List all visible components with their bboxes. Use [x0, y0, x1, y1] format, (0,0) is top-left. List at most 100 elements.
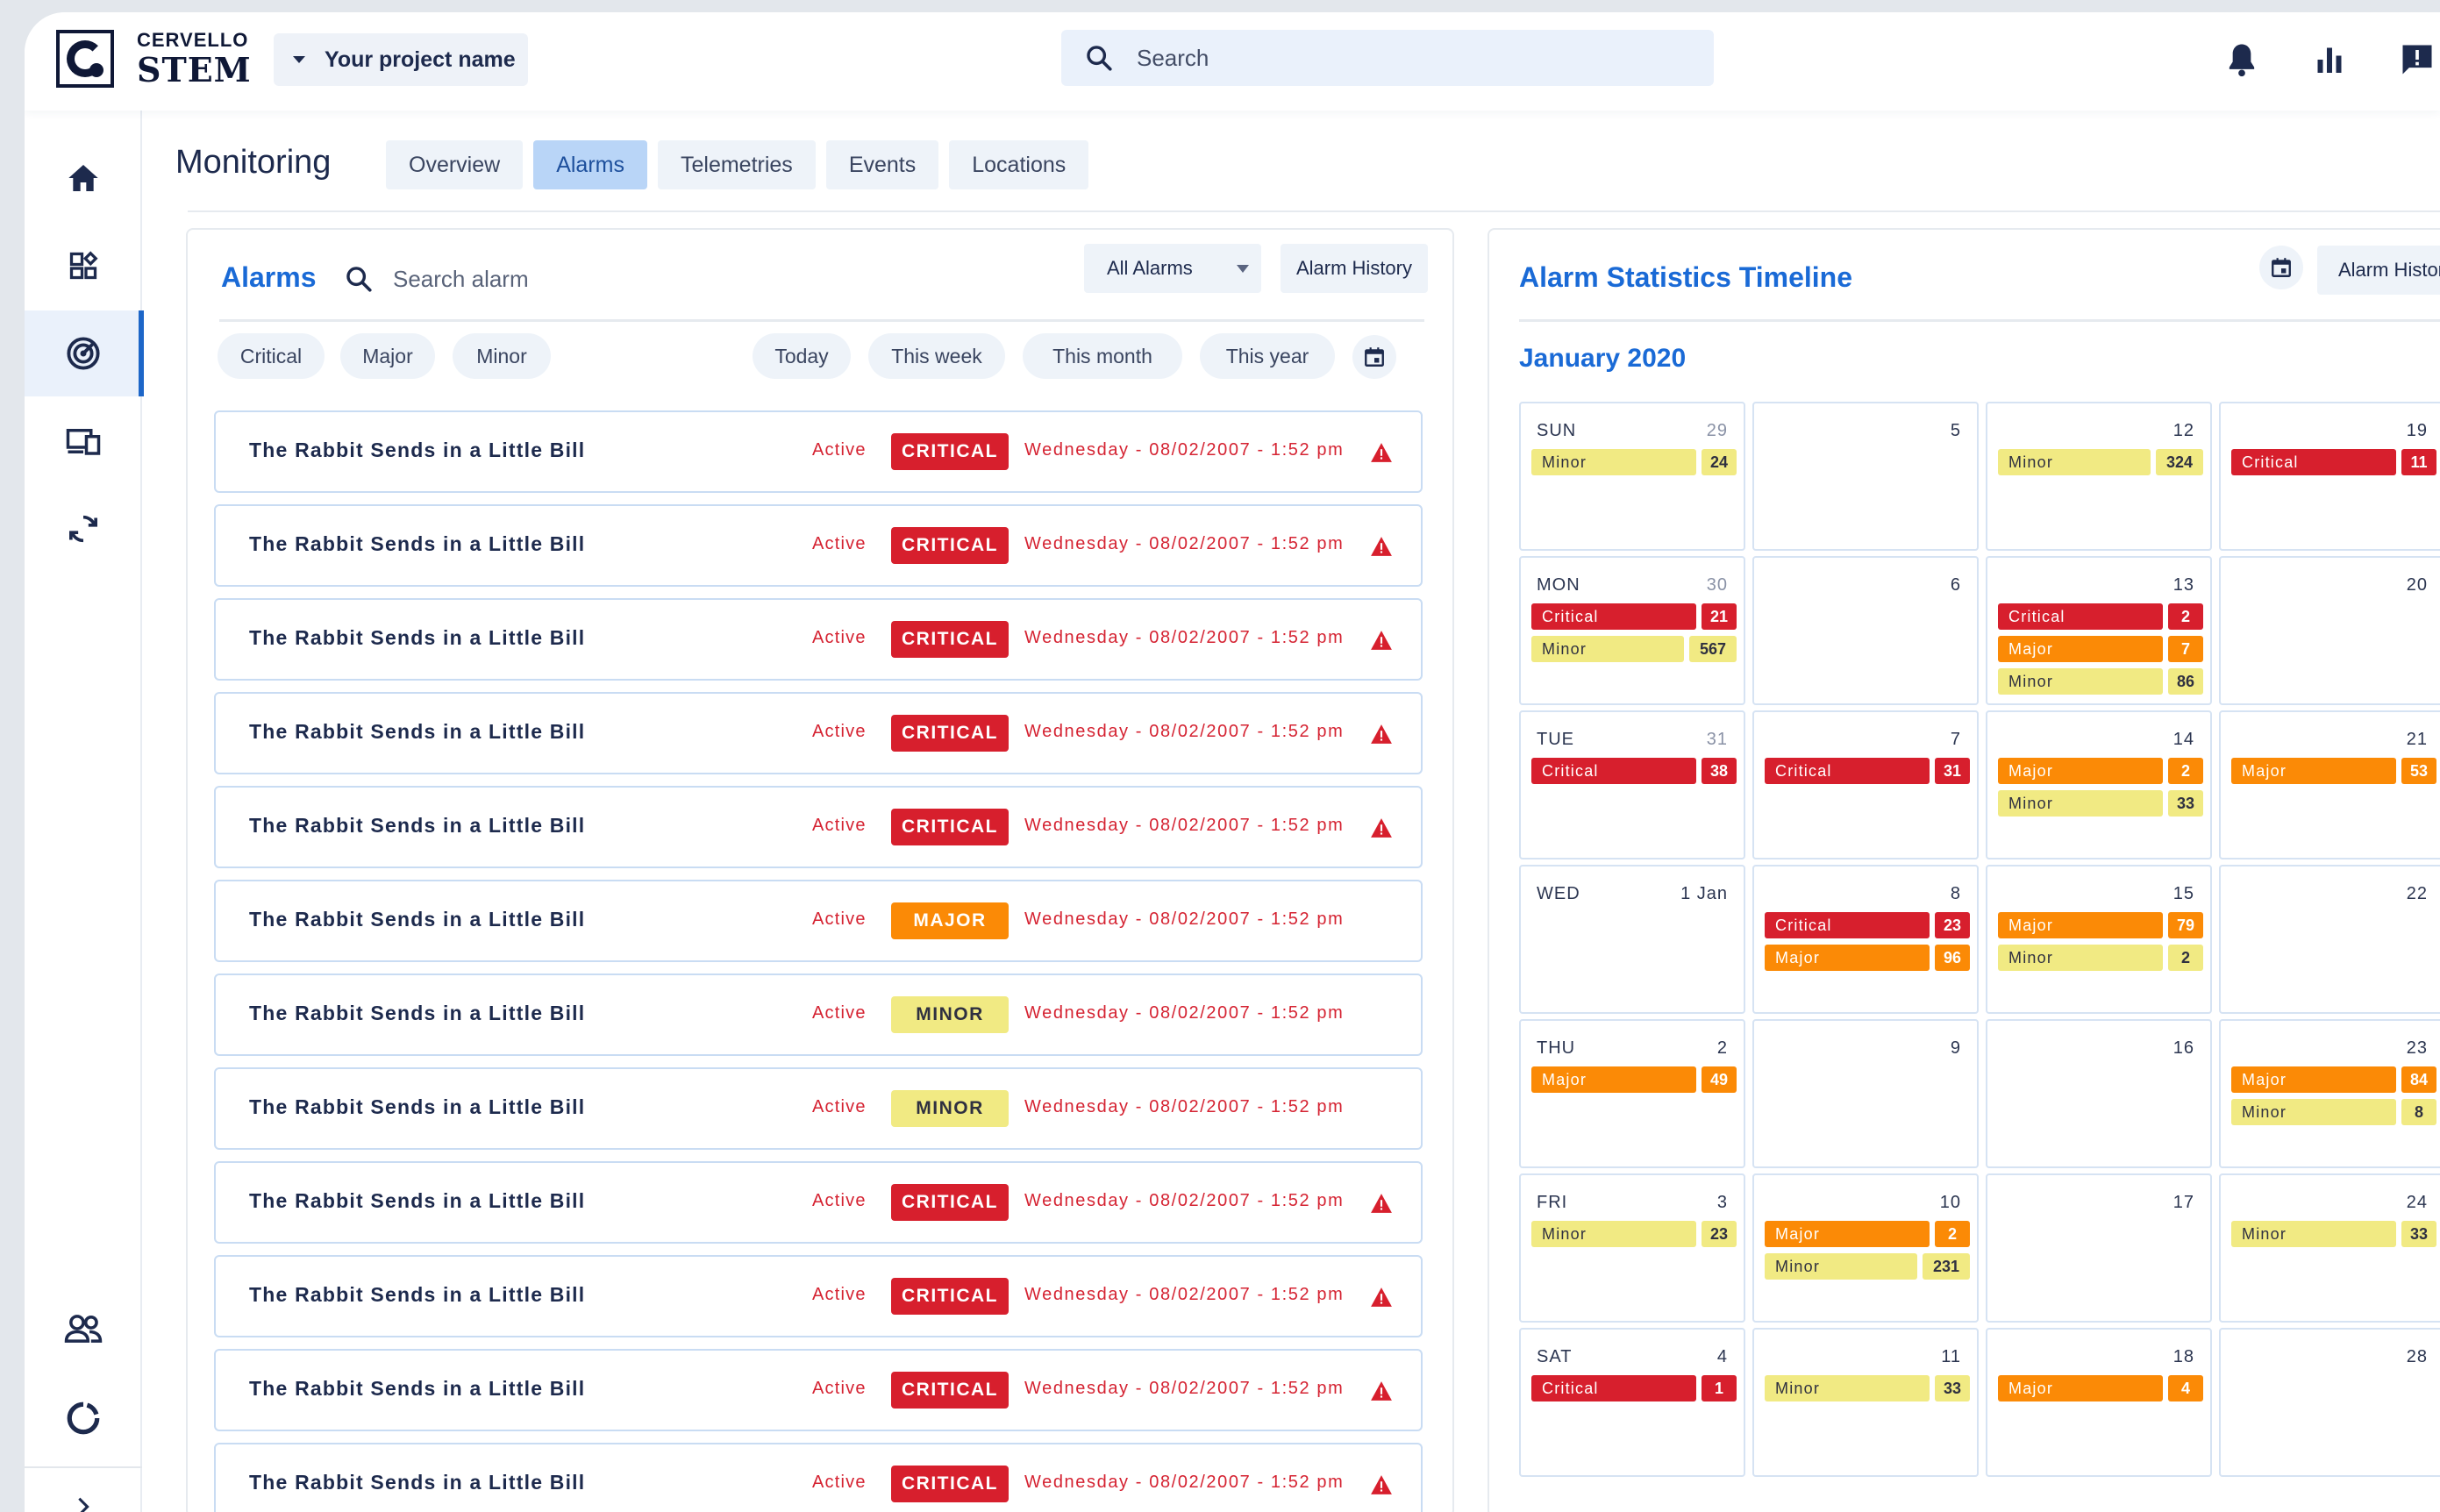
calendar-day-cell[interactable]: 24 Minor 33: [2219, 1173, 2440, 1323]
alarm-count-entry[interactable]: Critical 1: [1531, 1375, 1737, 1401]
alarm-row[interactable]: The Rabbit Sends in a Little Bill Active M…: [214, 1067, 1423, 1150]
bar-chart-icon[interactable]: [2307, 37, 2352, 82]
timeline-date-picker-button[interactable]: [2259, 246, 2303, 289]
calendar-day-cell[interactable]: 11 Minor 33: [1752, 1328, 1979, 1477]
alarm-search-input[interactable]: [393, 265, 700, 293]
chip-this-week[interactable]: This week: [868, 333, 1005, 379]
calendar-day-cell[interactable]: SAT 4 Critical 1: [1519, 1328, 1745, 1477]
date-picker-button[interactable]: [1352, 335, 1396, 379]
alarm-count-entry[interactable]: Critical 31: [1765, 758, 1970, 784]
alarm-count-entry[interactable]: Major 84: [2231, 1066, 2436, 1093]
chip-this-year[interactable]: This year: [1200, 333, 1335, 379]
alarm-count-entry[interactable]: Major 2: [1998, 758, 2203, 784]
tab-alarms[interactable]: Alarms: [533, 140, 647, 189]
sidebar-item-dashboard[interactable]: [25, 223, 142, 309]
feedback-icon[interactable]: [2394, 37, 2440, 82]
calendar-day-cell[interactable]: 20: [2219, 556, 2440, 705]
chip-this-month[interactable]: This month: [1023, 333, 1182, 379]
global-search[interactable]: [1061, 30, 1714, 86]
calendar-day-cell[interactable]: 15 Major 79 Minor 2: [1986, 865, 2212, 1014]
alarm-count-entry[interactable]: Major 4: [1998, 1375, 2203, 1401]
calendar-day-cell[interactable]: TUE 31 Critical 38: [1519, 710, 1745, 859]
alarm-row[interactable]: The Rabbit Sends in a Little Bill Active M…: [214, 880, 1423, 962]
sidebar-item-sync[interactable]: [25, 486, 142, 572]
sidebar-item-devices[interactable]: [25, 398, 142, 484]
bell-icon[interactable]: [2219, 37, 2265, 82]
alarm-count-entry[interactable]: Critical 23: [1765, 912, 1970, 938]
calendar-day-cell[interactable]: 23 Major 84 Minor 8: [2219, 1019, 2440, 1168]
search-input[interactable]: [1137, 44, 1663, 72]
alarm-count-entry[interactable]: Minor 567: [1531, 636, 1737, 662]
alarm-count-entry[interactable]: Major 7: [1998, 636, 2203, 662]
calendar-day-cell[interactable]: THU 2 Major 49: [1519, 1019, 1745, 1168]
calendar-day-cell[interactable]: 16: [1986, 1019, 2212, 1168]
sidebar-item-home[interactable]: [25, 135, 142, 221]
tab-telemetries[interactable]: Telemetries: [657, 140, 816, 189]
alarm-search[interactable]: [344, 254, 712, 303]
calendar-day-cell[interactable]: 10 Major 2 Minor 231: [1752, 1173, 1979, 1323]
alarm-count-entry[interactable]: Minor 24: [1531, 449, 1737, 475]
calendar-day-cell[interactable]: MON 30 Critical 21 Minor 567: [1519, 556, 1745, 705]
alarm-row[interactable]: The Rabbit Sends in a Little Bill Active C…: [214, 692, 1423, 774]
calendar-day-cell[interactable]: 5: [1752, 402, 1979, 551]
calendar-day-cell[interactable]: 6: [1752, 556, 1979, 705]
alarm-row[interactable]: The Rabbit Sends in a Little Bill Active C…: [214, 504, 1423, 587]
calendar-day-cell[interactable]: 22: [2219, 865, 2440, 1014]
tab-overview[interactable]: Overview: [386, 140, 524, 189]
alarm-count-entry[interactable]: Minor 2: [1998, 945, 2203, 971]
alarm-count-entry[interactable]: Critical 21: [1531, 603, 1737, 630]
timeline-alarm-history-button[interactable]: Alarm History: [2317, 246, 2440, 295]
calendar-day-cell[interactable]: 7 Critical 31: [1752, 710, 1979, 859]
alarm-count-entry[interactable]: Minor 8: [2231, 1099, 2436, 1125]
alarm-count-entry[interactable]: Major 2: [1765, 1221, 1970, 1247]
calendar-day-cell[interactable]: 19 Critical 11: [2219, 402, 2440, 551]
calendar-day-cell[interactable]: 9: [1752, 1019, 1979, 1168]
alarm-count-entry[interactable]: Major 53: [2231, 758, 2436, 784]
chip-critical[interactable]: Critical: [218, 333, 325, 379]
sidebar-item-loading[interactable]: [25, 1375, 142, 1461]
alarm-count-entry[interactable]: Major 79: [1998, 912, 2203, 938]
alarm-row[interactable]: The Rabbit Sends in a Little Bill Active C…: [214, 1349, 1423, 1431]
sidebar-item-monitoring[interactable]: [25, 310, 144, 396]
chip-major[interactable]: Major: [340, 333, 435, 379]
alarm-row[interactable]: The Rabbit Sends in a Little Bill Active C…: [214, 1161, 1423, 1244]
alarm-count-entry[interactable]: Minor 23: [1531, 1221, 1737, 1247]
calendar-day-cell[interactable]: 8 Critical 23 Major 96: [1752, 865, 1979, 1014]
alarm-row[interactable]: The Rabbit Sends in a Little Bill Active C…: [214, 410, 1423, 493]
alarm-count-entry[interactable]: Minor 33: [1998, 790, 2203, 817]
project-selector[interactable]: Your project name: [274, 33, 528, 86]
brand-logo[interactable]: CERVELLO STEM: [56, 30, 252, 88]
alarm-row[interactable]: The Rabbit Sends in a Little Bill Active C…: [214, 1255, 1423, 1337]
calendar-day-cell[interactable]: 28: [2219, 1328, 2440, 1477]
alarm-count-entry[interactable]: Minor 33: [2231, 1221, 2436, 1247]
alarm-row[interactable]: The Rabbit Sends in a Little Bill Active M…: [214, 974, 1423, 1056]
alarm-count-entry[interactable]: Critical 11: [2231, 449, 2436, 475]
alarm-count-entry[interactable]: Minor 33: [1765, 1375, 1970, 1401]
alarm-row[interactable]: The Rabbit Sends in a Little Bill Active C…: [214, 786, 1423, 868]
alarm-count-entry[interactable]: Major 96: [1765, 945, 1970, 971]
sidebar-expand-toggle[interactable]: [25, 1472, 142, 1512]
alarm-row[interactable]: The Rabbit Sends in a Little Bill Active C…: [214, 598, 1423, 681]
calendar-day-cell[interactable]: WED 1 Jan: [1519, 865, 1745, 1014]
alarm-count-entry[interactable]: Minor 231: [1765, 1253, 1970, 1280]
alarm-count-entry[interactable]: Minor 324: [1998, 449, 2203, 475]
alarm-count-entry[interactable]: Major 49: [1531, 1066, 1737, 1093]
chip-minor[interactable]: Minor: [453, 333, 551, 379]
calendar-day-cell[interactable]: 18 Major 4: [1986, 1328, 2212, 1477]
alarm-count-entry[interactable]: Critical 38: [1531, 758, 1737, 784]
calendar-day-cell[interactable]: FRI 3 Minor 23: [1519, 1173, 1745, 1323]
chip-today[interactable]: Today: [753, 333, 851, 379]
calendar-day-cell[interactable]: 12 Minor 324: [1986, 402, 2212, 551]
alarm-count-entry[interactable]: Minor 86: [1998, 668, 2203, 695]
sidebar-item-users[interactable]: [25, 1286, 142, 1372]
alarm-count-entry[interactable]: Critical 2: [1998, 603, 2203, 630]
calendar-day-cell[interactable]: SUN 29 Minor 24: [1519, 402, 1745, 551]
alarm-filter-select[interactable]: All Alarms: [1084, 244, 1261, 293]
tab-locations[interactable]: Locations: [949, 140, 1089, 189]
tab-events[interactable]: Events: [825, 140, 939, 189]
alarm-history-button[interactable]: Alarm History: [1281, 244, 1428, 293]
alarm-row[interactable]: The Rabbit Sends in a Little Bill Active C…: [214, 1443, 1423, 1512]
calendar-day-cell[interactable]: 13 Critical 2 Major 7 Minor 86: [1986, 556, 2212, 705]
calendar-day-cell[interactable]: 17: [1986, 1173, 2212, 1323]
calendar-day-cell[interactable]: 14 Major 2 Minor 33: [1986, 710, 2212, 859]
